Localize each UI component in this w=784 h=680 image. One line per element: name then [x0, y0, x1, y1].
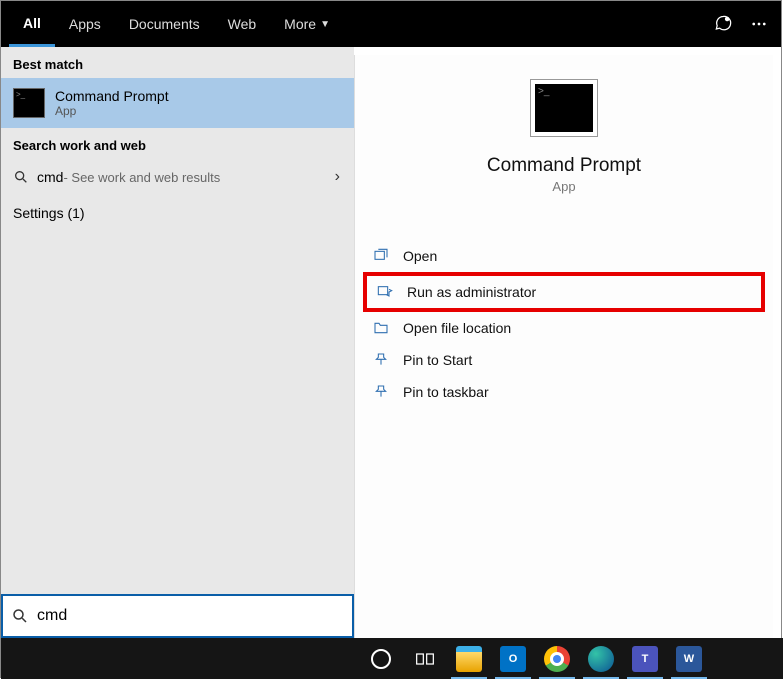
chevron-down-icon: ▼	[320, 19, 330, 30]
action-pin-start-label: Pin to Start	[403, 352, 472, 368]
chevron-right-icon: ›	[335, 168, 340, 186]
action-open[interactable]: Open	[363, 240, 765, 272]
search-box[interactable]	[1, 594, 354, 638]
action-list: Open Run as administrator Open file loca…	[355, 240, 773, 408]
action-open-label: Open	[403, 248, 437, 264]
action-run-as-admin[interactable]: Run as administrator	[363, 272, 765, 312]
shield-icon	[377, 284, 393, 300]
outlook-icon: O	[500, 646, 526, 672]
settings-label: Settings (1)	[13, 205, 85, 221]
taskbar-file-explorer[interactable]	[447, 638, 491, 679]
result-sub: App	[55, 104, 169, 118]
tab-documents[interactable]: Documents	[115, 1, 214, 47]
pin-icon	[373, 384, 389, 400]
feedback-icon[interactable]	[709, 10, 737, 38]
search-tab-bar: All Apps Documents Web More ▼	[1, 1, 781, 47]
search-tail-text: - See work and web results	[63, 170, 220, 185]
task-view-button[interactable]	[403, 638, 447, 679]
action-pin-to-start[interactable]: Pin to Start	[363, 344, 765, 376]
results-panel: Best match Command Prompt App Search wor…	[1, 47, 354, 677]
tab-apps[interactable]: Apps	[55, 1, 115, 47]
tab-all[interactable]: All	[9, 1, 55, 47]
cortana-icon	[371, 649, 391, 669]
preview-panel: Command Prompt App Open Run as administr…	[354, 55, 773, 669]
tab-web[interactable]: Web	[214, 1, 271, 47]
chrome-icon	[544, 646, 570, 672]
action-pin-to-taskbar[interactable]: Pin to taskbar	[363, 376, 765, 408]
search-input[interactable]	[37, 596, 352, 636]
tab-apps-label: Apps	[69, 16, 101, 32]
teams-icon: T	[632, 646, 658, 672]
taskbar-edge[interactable]	[579, 638, 623, 679]
best-match-label: Best match	[1, 47, 354, 78]
taskbar-outlook[interactable]: O	[491, 638, 535, 679]
action-open-file-location[interactable]: Open file location	[363, 312, 765, 344]
tab-all-label: All	[23, 15, 41, 31]
command-prompt-icon	[13, 88, 45, 118]
word-icon: W	[676, 646, 702, 672]
taskbar-chrome[interactable]	[535, 638, 579, 679]
action-pin-taskbar-label: Pin to taskbar	[403, 384, 489, 400]
search-web-result[interactable]: cmd - See work and web results ›	[1, 159, 354, 195]
tab-more[interactable]: More ▼	[270, 1, 344, 47]
pin-icon	[373, 352, 389, 368]
app-subtitle: App	[552, 179, 575, 194]
result-title: Command Prompt	[55, 88, 169, 104]
edge-icon	[588, 646, 614, 672]
app-title: Command Prompt	[487, 155, 641, 177]
file-explorer-icon	[456, 646, 482, 672]
folder-icon	[373, 320, 389, 336]
taskbar: O T W	[1, 638, 783, 679]
result-command-prompt[interactable]: Command Prompt App	[1, 78, 354, 128]
tab-documents-label: Documents	[129, 16, 200, 32]
search-work-web-label: Search work and web	[1, 128, 354, 159]
cortana-button[interactable]	[359, 638, 403, 679]
more-options-icon[interactable]	[745, 10, 773, 38]
app-large-icon	[530, 79, 598, 137]
action-run-admin-label: Run as administrator	[407, 284, 536, 300]
tab-more-label: More	[284, 16, 316, 32]
action-open-loc-label: Open file location	[403, 320, 511, 336]
open-icon	[373, 248, 389, 264]
search-icon	[13, 169, 29, 185]
taskbar-teams[interactable]: T	[623, 638, 667, 679]
settings-result[interactable]: Settings (1)	[1, 195, 354, 231]
tab-web-label: Web	[228, 16, 257, 32]
search-query-text: cmd	[37, 169, 63, 185]
taskbar-word[interactable]: W	[667, 638, 711, 679]
task-view-icon	[415, 649, 435, 669]
search-icon	[11, 607, 29, 625]
